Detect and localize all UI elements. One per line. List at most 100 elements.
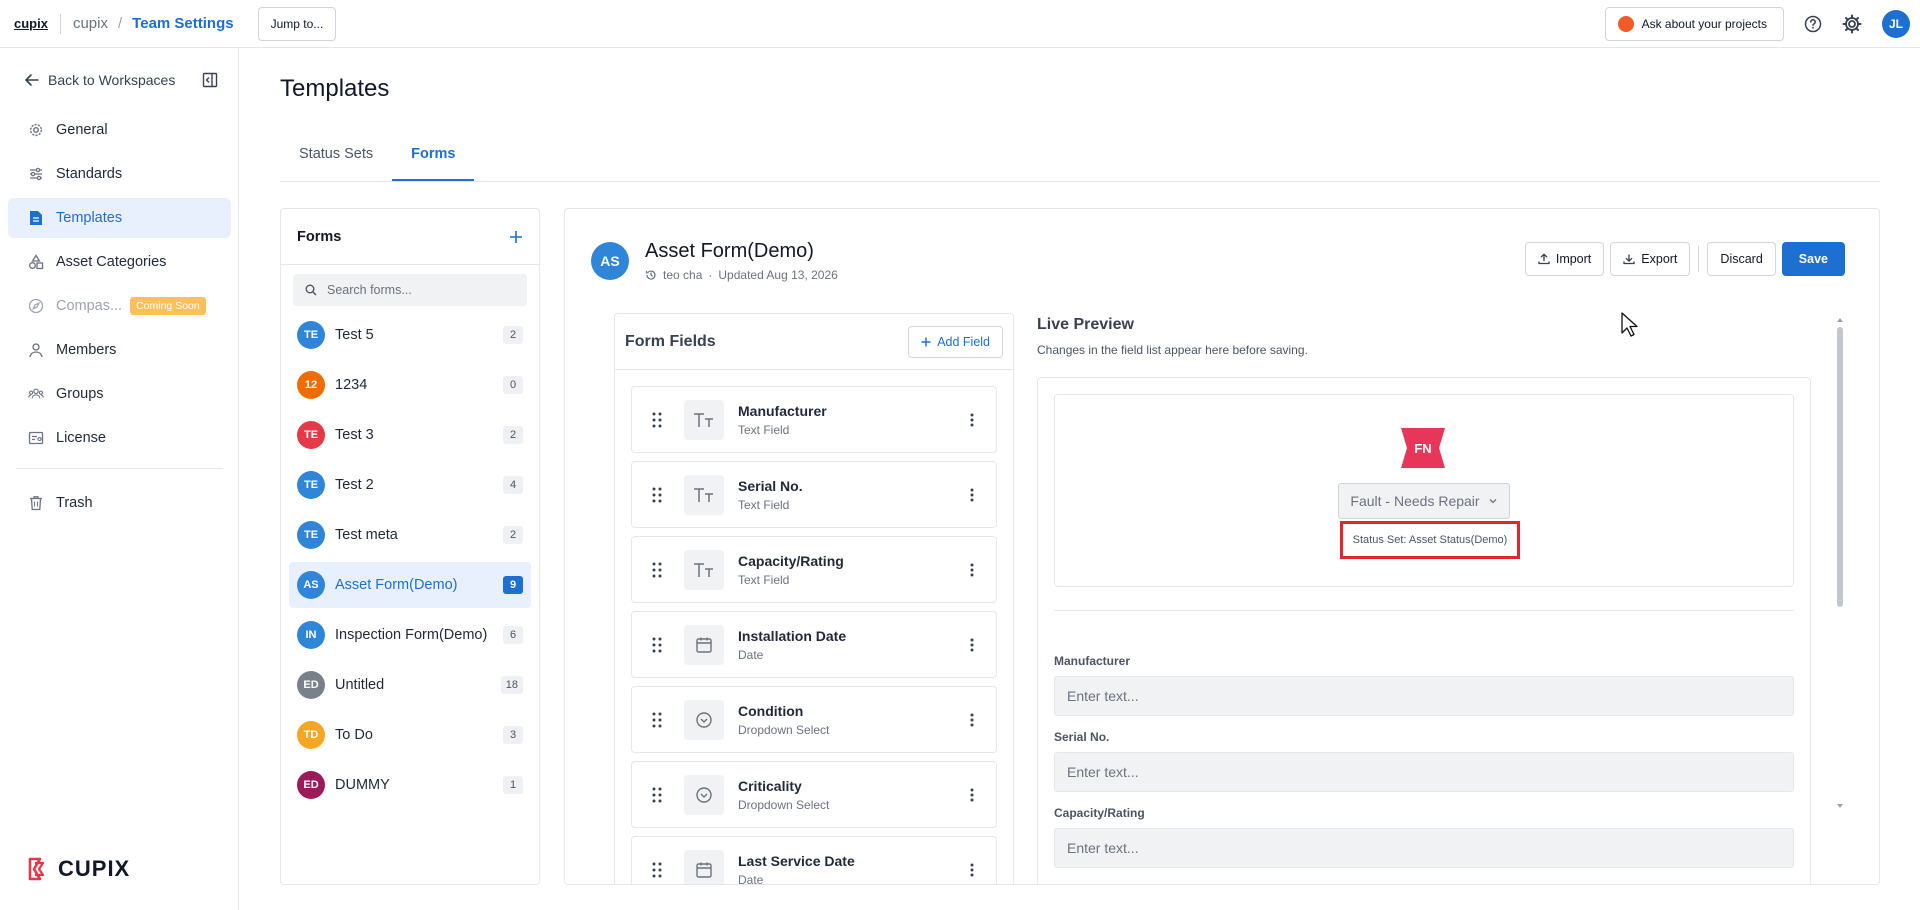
- scroll-down-icon[interactable]: [1837, 803, 1843, 809]
- tab-forms[interactable]: Forms: [392, 136, 475, 181]
- preview-scrollbar[interactable]: [1837, 317, 1843, 809]
- field-info: Criticality Dropdown Select: [738, 778, 964, 812]
- sidebar-item-members[interactable]: Members: [8, 330, 231, 370]
- history-icon: [645, 269, 657, 281]
- add-form-plus-icon[interactable]: [509, 230, 523, 244]
- download-icon: [1623, 253, 1635, 265]
- field-count-badge: 2: [503, 326, 523, 344]
- form-field-card[interactable]: Condition Dropdown Select: [631, 686, 997, 753]
- sidebar-item-general[interactable]: General: [8, 110, 231, 150]
- user-icon: [28, 342, 44, 358]
- dropdown-icon: [684, 774, 724, 815]
- form-list-item[interactable]: AS Asset Form(Demo) 9: [289, 562, 531, 608]
- live-preview-card: FN Fault - Needs Repair Status Set: Asse…: [1037, 377, 1811, 884]
- preview-field-label: Serial No.: [1054, 730, 1110, 744]
- sidebar-item-compass: Compas... Coming Soon: [8, 286, 231, 326]
- form-field-card[interactable]: Manufacturer Text Field: [631, 386, 997, 453]
- sidebar-item-trash[interactable]: Trash: [8, 483, 231, 523]
- form-list-item[interactable]: ED DUMMY 1: [289, 762, 531, 808]
- settings-gear-icon[interactable]: [1842, 14, 1862, 34]
- field-name: Installation Date: [738, 627, 847, 644]
- meta-separator: ·: [708, 268, 713, 282]
- search-forms-input[interactable]: [327, 283, 515, 297]
- drag-handle-icon[interactable]: [652, 787, 666, 803]
- form-editor-panel: AS Asset Form(Demo) teo cha · Updated Au…: [564, 208, 1880, 885]
- sidebar-item-groups[interactable]: Groups: [8, 374, 231, 414]
- form-avatar: AS: [297, 571, 325, 599]
- user-avatar[interactable]: JL: [1882, 10, 1910, 38]
- form-title: Asset Form(Demo): [645, 240, 814, 262]
- form-list-item[interactable]: ED Untitled 18: [289, 662, 531, 708]
- page-title: Templates: [280, 75, 390, 102]
- more-options-icon[interactable]: [964, 488, 980, 502]
- field-type: Dropdown Select: [738, 722, 830, 737]
- sidebar: Back to Workspaces General Standards Tem…: [0, 48, 239, 910]
- status-select[interactable]: Fault - Needs Repair: [1338, 483, 1510, 519]
- preview-serial-input[interactable]: Enter text...: [1054, 752, 1794, 792]
- coming-soon-badge: Coming Soon: [130, 297, 206, 315]
- field-type: Text Field: [738, 572, 790, 587]
- drag-handle-icon[interactable]: [652, 562, 666, 578]
- save-button[interactable]: Save: [1781, 242, 1845, 276]
- add-field-label: Add Field: [937, 334, 990, 349]
- cupix-brand-logo: CUPIX: [26, 856, 130, 882]
- more-options-icon[interactable]: [964, 413, 980, 427]
- help-icon[interactable]: [1804, 15, 1822, 33]
- form-field-card[interactable]: Installation Date Date: [631, 611, 997, 678]
- form-list-item[interactable]: TE Test 5 2: [289, 312, 531, 358]
- form-list-item[interactable]: TE Test 2 4: [289, 462, 531, 508]
- form-list-item[interactable]: IN Inspection Form(Demo) 6: [289, 612, 531, 658]
- drag-handle-icon[interactable]: [652, 637, 666, 653]
- field-info: Serial No. Text Field: [738, 478, 964, 512]
- back-to-workspaces-link[interactable]: Back to Workspaces: [24, 70, 218, 90]
- gear-icon: [28, 122, 44, 138]
- tab-status-sets[interactable]: Status Sets: [280, 136, 392, 181]
- more-options-icon[interactable]: [964, 563, 980, 577]
- form-list-item[interactable]: TE Test 3 2: [289, 412, 531, 458]
- form-field-card[interactable]: Criticality Dropdown Select: [631, 761, 997, 828]
- scroll-up-icon[interactable]: [1837, 317, 1843, 323]
- add-field-button[interactable]: Add Field: [908, 325, 1003, 358]
- discard-button[interactable]: Discard: [1707, 242, 1776, 276]
- breadcrumb-org[interactable]: cupix: [73, 15, 108, 32]
- license-icon: [28, 430, 44, 446]
- status-badge-text: FN: [1414, 441, 1431, 456]
- sidebar-item-standards[interactable]: Standards: [8, 154, 231, 194]
- more-options-icon[interactable]: [964, 863, 980, 877]
- form-updated-date: Updated Aug 13, 2026: [718, 268, 838, 282]
- form-fields-title: Form Fields: [625, 332, 716, 350]
- drag-handle-icon[interactable]: [652, 487, 666, 503]
- form-field-card[interactable]: Last Service Date Date: [631, 836, 997, 885]
- form-field-card[interactable]: Serial No. Text Field: [631, 461, 997, 528]
- export-button[interactable]: Export: [1610, 242, 1691, 276]
- more-options-icon[interactable]: [964, 713, 980, 727]
- sidebar-collapse-icon[interactable]: [202, 72, 218, 88]
- form-list-item[interactable]: 12 1234 0: [289, 362, 531, 408]
- form-list-item[interactable]: TD To Do 3: [289, 712, 531, 758]
- sidebar-item-asset-categories[interactable]: Asset Categories: [8, 242, 231, 282]
- scrollbar-thumb[interactable]: [1837, 327, 1843, 607]
- preview-manufacturer-input[interactable]: Enter text...: [1054, 676, 1794, 716]
- home-logo-link[interactable]: cupix: [14, 16, 48, 31]
- more-options-icon[interactable]: [964, 638, 980, 652]
- ask-ai-button[interactable]: Ask about your projects: [1604, 7, 1784, 41]
- sidebar-item-label: Templates: [56, 210, 123, 226]
- form-field-card[interactable]: Capacity/Rating Text Field: [631, 536, 997, 603]
- form-avatar: TE: [297, 471, 325, 499]
- more-options-icon[interactable]: [964, 788, 980, 802]
- import-button[interactable]: Import: [1524, 242, 1605, 276]
- field-info: Last Service Date Date: [738, 853, 964, 885]
- preview-capacity-input[interactable]: Enter text...: [1054, 828, 1794, 868]
- sidebar-item-license[interactable]: License: [8, 418, 231, 458]
- chevron-down-icon: [1488, 496, 1498, 506]
- compass-icon: [28, 298, 44, 314]
- sidebar-item-label: Members: [56, 342, 117, 358]
- drag-handle-icon[interactable]: [652, 712, 666, 728]
- jump-to-button[interactable]: Jump to...: [257, 6, 337, 41]
- drag-handle-icon[interactable]: [652, 412, 666, 428]
- field-type: Text Field: [738, 422, 790, 437]
- form-name: Test meta: [335, 527, 398, 543]
- form-list-item[interactable]: TE Test meta 2: [289, 512, 531, 558]
- sidebar-item-templates[interactable]: Templates: [8, 198, 231, 238]
- drag-handle-icon[interactable]: [652, 862, 666, 878]
